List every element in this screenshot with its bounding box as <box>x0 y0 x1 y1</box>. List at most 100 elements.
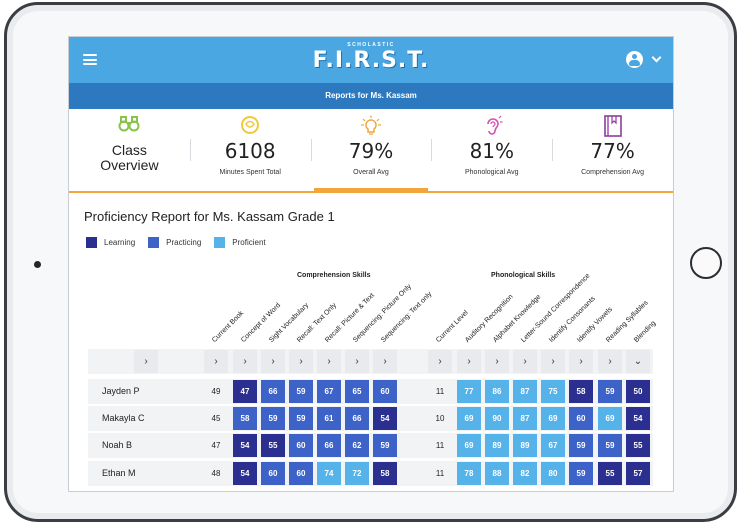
stat-comprehension[interactable]: 77% Comprehension Avg <box>552 109 673 191</box>
column-expand-button[interactable]: › <box>541 350 565 373</box>
score-cell[interactable]: 69 <box>541 407 565 430</box>
score-cell[interactable]: 54 <box>233 462 257 485</box>
score-cell[interactable]: 69 <box>457 434 481 457</box>
stat-class-overview[interactable]: Class Overview <box>69 109 190 191</box>
score-cell[interactable]: 80 <box>541 462 565 485</box>
score-cell[interactable]: 59 <box>261 407 285 430</box>
current-level-cell: 11 <box>435 441 445 450</box>
score-cell[interactable]: 59 <box>373 434 397 457</box>
score-cell[interactable]: 89 <box>485 434 509 457</box>
score-cell[interactable]: 60 <box>261 462 285 485</box>
column-expand-button[interactable]: › <box>373 350 397 373</box>
score-cell[interactable]: 59 <box>569 434 593 457</box>
column-expand-button[interactable]: › <box>289 350 313 373</box>
current-level-cell: 11 <box>435 469 445 478</box>
score-cell[interactable]: 74 <box>317 462 341 485</box>
score-cell[interactable]: 54 <box>373 407 397 430</box>
minutes-value: 6108 <box>224 139 276 163</box>
score-cell[interactable]: 89 <box>513 434 537 457</box>
score-cell[interactable]: 55 <box>598 462 622 485</box>
score-cell[interactable]: 61 <box>317 407 341 430</box>
column-expand-button[interactable]: › <box>317 350 341 373</box>
score-cell[interactable]: 60 <box>289 434 313 457</box>
column-expand-button[interactable]: › <box>233 350 257 373</box>
stat-overall[interactable]: 79% Overall Avg <box>310 109 432 191</box>
score-cell[interactable]: 60 <box>569 407 593 430</box>
score-cell[interactable]: 66 <box>261 380 285 403</box>
column-expand-button[interactable]: ⌄ <box>626 350 650 373</box>
column-expand-button[interactable]: › <box>261 350 285 373</box>
current-book-cell: 49 <box>211 387 221 396</box>
book-icon <box>603 115 622 137</box>
home-button[interactable] <box>690 247 722 279</box>
score-cell[interactable]: 87 <box>513 380 537 403</box>
legend-learning-label: Learning <box>104 238 136 247</box>
score-cell[interactable]: 50 <box>626 380 650 403</box>
score-cell[interactable]: 75 <box>541 380 565 403</box>
score-cell[interactable]: 55 <box>626 434 650 457</box>
score-cell[interactable]: 55 <box>261 434 285 457</box>
score-cell[interactable]: 59 <box>598 380 622 403</box>
score-cell[interactable]: 60 <box>289 462 313 485</box>
phonological-value: 81% <box>469 139 515 163</box>
phonological-label: Phonological Avg <box>464 169 519 176</box>
column-expand-button[interactable]: › <box>204 350 228 373</box>
score-cell[interactable]: 58 <box>373 462 397 485</box>
score-cell[interactable]: 58 <box>569 380 593 403</box>
score-cell[interactable]: 72 <box>345 462 369 485</box>
score-cell[interactable]: 82 <box>513 462 537 485</box>
score-cell[interactable]: 67 <box>541 434 565 457</box>
score-cell[interactable]: 77 <box>457 380 481 403</box>
score-cell[interactable]: 88 <box>485 462 509 485</box>
score-cell[interactable]: 86 <box>485 380 509 403</box>
column-expand-button[interactable]: › <box>513 350 537 373</box>
score-cell[interactable]: 67 <box>317 380 341 403</box>
score-cell[interactable]: 54 <box>626 407 650 430</box>
column-expand-button[interactable]: › <box>569 350 593 373</box>
score-cell[interactable]: 58 <box>233 407 257 430</box>
current-book-cell: 48 <box>211 469 221 478</box>
column-expand-button[interactable]: › <box>345 350 369 373</box>
stat-phonological[interactable]: 81% Phonological Avg <box>431 109 552 191</box>
score-cell[interactable]: 54 <box>233 434 257 457</box>
legend-practicing-label: Practicing <box>166 238 202 247</box>
score-cell[interactable]: 65 <box>345 380 369 403</box>
score-cell[interactable]: 69 <box>457 407 481 430</box>
score-cell[interactable]: 66 <box>345 407 369 430</box>
score-cell[interactable]: 90 <box>485 407 509 430</box>
column-expand-button[interactable]: › <box>598 350 622 373</box>
score-cell[interactable]: 78 <box>457 462 481 485</box>
score-cell[interactable]: 59 <box>289 380 313 403</box>
column-expand-button[interactable]: › <box>428 350 452 373</box>
student-name[interactable]: Noah B <box>102 433 132 458</box>
student-name[interactable]: Ethan M <box>102 461 136 486</box>
page-subtitle: Reports for Ms. Kassam <box>69 83 673 109</box>
column-expand-button[interactable]: › <box>485 350 509 373</box>
score-cell[interactable]: 62 <box>345 434 369 457</box>
comprehension-group-label: Comprehension Skills <box>297 272 371 279</box>
legend-practicing-swatch <box>148 237 160 248</box>
legend: Learning Practicing Proficient <box>86 237 279 248</box>
student-name[interactable]: Makayla C <box>102 406 145 431</box>
column-expand-button[interactable]: › <box>457 350 481 373</box>
comprehension-label: Comprehension Avg <box>581 169 645 176</box>
phonological-group-label: Phonological Skills <box>491 272 556 279</box>
score-cell[interactable]: 87 <box>513 407 537 430</box>
expand-names-button[interactable]: › <box>134 350 158 373</box>
score-cell[interactable]: 59 <box>598 434 622 457</box>
comprehension-value: 77% <box>590 139 635 163</box>
legend-proficient-label: Proficient <box>232 238 266 247</box>
score-cell[interactable]: 57 <box>626 462 650 485</box>
clock-icon <box>241 116 260 134</box>
lightbulb-icon <box>360 115 381 135</box>
user-avatar-icon[interactable] <box>626 51 643 68</box>
score-cell[interactable]: 60 <box>373 380 397 403</box>
score-cell[interactable]: 47 <box>233 380 257 403</box>
score-cell[interactable]: 59 <box>289 407 313 430</box>
score-cell[interactable]: 66 <box>317 434 341 457</box>
score-cell[interactable]: 69 <box>598 407 622 430</box>
app-logo: SCHOLASTIC F.I.R.S.T. <box>69 42 673 73</box>
score-cell[interactable]: 59 <box>569 462 593 485</box>
stat-minutes[interactable]: 6108 Minutes Spent Total <box>189 109 311 191</box>
student-name[interactable]: Jayden P <box>102 379 140 404</box>
